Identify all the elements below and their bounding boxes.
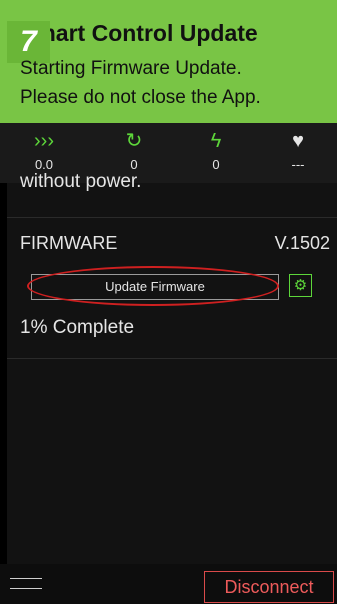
stat-rotation-value: 0 xyxy=(130,157,138,172)
refresh-icon: ↻ xyxy=(125,130,143,152)
hamburger-icon[interactable] xyxy=(10,578,42,592)
gear-icon[interactable]: ⚙ xyxy=(289,274,312,297)
partial-text: without power. xyxy=(20,171,142,192)
firmware-title: FIRMWARE xyxy=(20,233,118,253)
stat-speed: ››› 0.0 xyxy=(14,129,74,172)
banner-title: Smart Control Update xyxy=(20,20,258,46)
divider xyxy=(7,217,337,218)
stat-power-value: 0 xyxy=(212,157,220,172)
disconnect-button[interactable]: Disconnect xyxy=(204,571,334,603)
bottom-bar: Disconnect xyxy=(0,564,337,604)
stat-heart-rate-value: --- xyxy=(291,157,305,172)
lightning-icon: ϟ xyxy=(210,130,222,152)
banner-message-line2: Please do not close the App. xyxy=(20,87,261,108)
notification-banner: Smart Control Update 7 Starting Firmware… xyxy=(0,0,337,123)
heart-icon: ♥ xyxy=(292,130,304,152)
stat-speed-value: 0.0 xyxy=(34,157,54,172)
speed-chevrons-icon: ››› xyxy=(34,130,54,152)
stat-power: ϟ 0 xyxy=(186,129,246,172)
stat-rotation: ↻ 0 xyxy=(104,129,164,172)
firmware-version: V.1502 xyxy=(274,233,330,253)
update-firmware-button[interactable]: Update Firmware xyxy=(31,274,279,300)
divider xyxy=(7,358,337,359)
stat-heart-rate: ♥ --- xyxy=(268,129,328,172)
banner-message-line1: Starting Firmware Update. xyxy=(20,58,242,79)
scroll-content[interactable]: without power. FIRMWARE V.1502 Update Fi… xyxy=(7,171,337,564)
step-badge: 7 xyxy=(7,21,50,63)
progress-text: 1% Complete xyxy=(20,317,135,338)
